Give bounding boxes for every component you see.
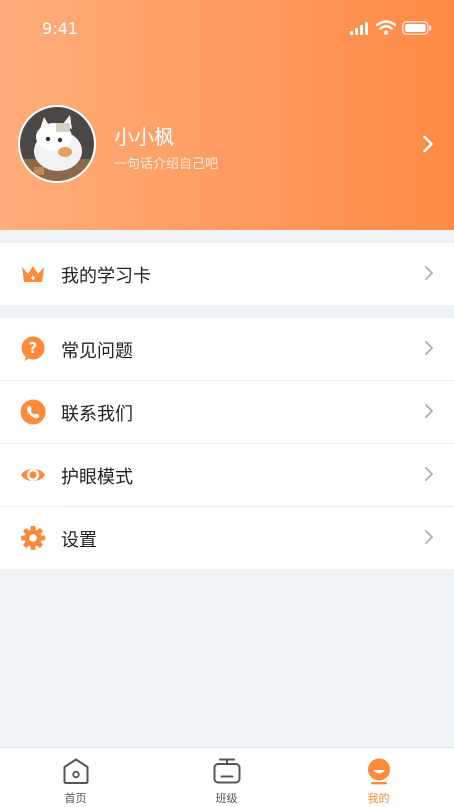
home-icon — [63, 758, 89, 784]
chevron-right-icon[interactable] — [422, 135, 434, 153]
profile-row[interactable]: 小小枫 一句话介绍自己吧 — [0, 105, 454, 185]
menu-item-label: 设置 — [61, 530, 97, 551]
status-icons — [350, 20, 434, 36]
eye-icon — [21, 469, 45, 481]
menu-item-eye-mode[interactable]: 护眼模式 — [0, 444, 454, 506]
crown-icon — [22, 266, 44, 282]
tab-label: 班级 — [215, 792, 238, 805]
phone-icon — [20, 399, 46, 425]
signal-icon — [350, 22, 368, 35]
tab-bar: 首页 班级 我的 — [0, 747, 454, 807]
menu-item-contact[interactable]: 联系我们 — [0, 381, 454, 443]
profile-header: 9:41 小小枫 一句话介绍自己吧 — [0, 0, 454, 230]
tab-class[interactable]: 班级 — [151, 748, 302, 807]
menu-item-settings[interactable]: 设置 — [0, 507, 454, 569]
battery-icon — [402, 21, 432, 35]
chevron-right-icon — [425, 404, 433, 418]
menu-item-label: 常见问题 — [61, 341, 133, 362]
tab-label: 首页 — [64, 792, 87, 805]
status-time: 9:41 — [42, 19, 78, 38]
svg-text:?: ? — [29, 339, 38, 357]
username: 小小枫 — [114, 125, 174, 149]
question-icon: ? — [21, 336, 45, 361]
bio-text: 一句话介绍自己吧 — [114, 157, 219, 172]
wifi-icon — [376, 20, 396, 35]
menu-item-label: 联系我们 — [61, 404, 133, 425]
status-bar: 9:41 — [0, 0, 454, 56]
chevron-right-icon — [425, 467, 433, 481]
menu-item-label: 护眼模式 — [61, 467, 133, 488]
avatar[interactable] — [18, 105, 96, 183]
gear-icon — [21, 526, 45, 550]
chevron-right-icon — [425, 530, 433, 544]
tab-home[interactable]: 首页 — [0, 748, 151, 807]
menu-item-study-card[interactable]: 我的学习卡 — [0, 243, 454, 305]
profile-icon — [368, 758, 390, 785]
tab-mine[interactable]: 我的 — [303, 748, 454, 807]
tab-label: 我的 — [367, 792, 390, 805]
chevron-right-icon — [425, 266, 433, 280]
avatar-image — [20, 107, 94, 181]
menu-item-faq[interactable]: ? 常见问题 — [0, 318, 454, 380]
tv-icon — [213, 758, 241, 784]
chevron-right-icon — [425, 341, 433, 355]
menu-item-label: 我的学习卡 — [61, 266, 151, 287]
